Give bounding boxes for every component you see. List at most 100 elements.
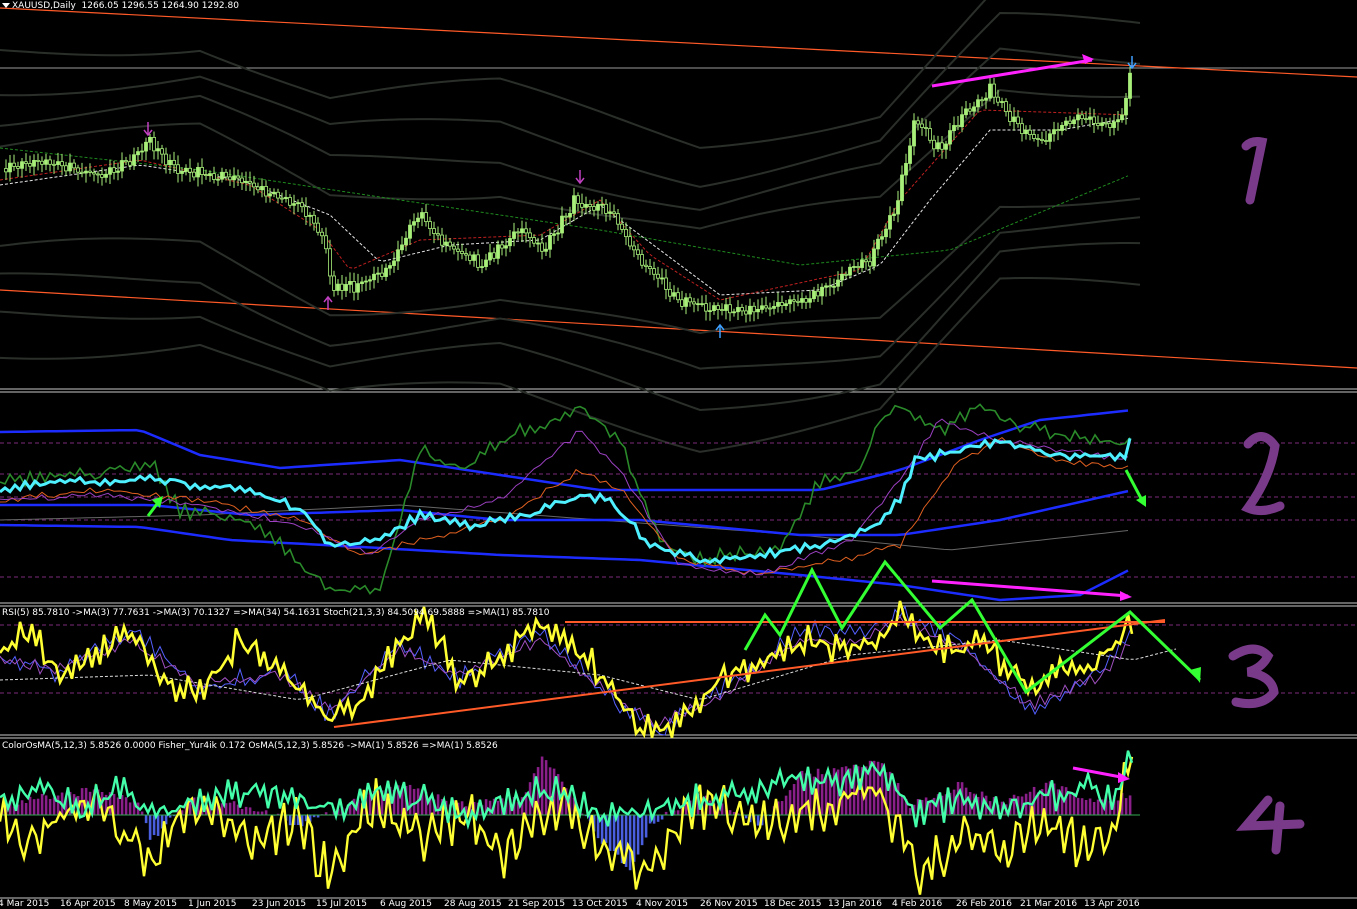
candle-body — [512, 231, 516, 239]
osma-bar — [256, 811, 260, 815]
candle-body — [324, 235, 328, 250]
candle-body — [516, 231, 520, 234]
osma-bar — [152, 815, 156, 836]
candle-body — [784, 303, 788, 307]
candle-body — [724, 304, 728, 311]
osma-bar — [1064, 787, 1068, 815]
candle-body — [812, 290, 816, 300]
candle-body — [348, 281, 352, 285]
candle-body — [480, 266, 484, 268]
candle-body — [704, 303, 708, 312]
candle-body — [564, 215, 568, 218]
candle-body — [44, 159, 48, 165]
candle-body — [340, 283, 344, 291]
candle-body — [320, 231, 324, 237]
candle-body — [96, 173, 100, 176]
candle-body — [692, 301, 696, 305]
candle-body — [676, 292, 680, 301]
candle-body — [616, 213, 620, 225]
candle-body — [400, 244, 404, 251]
candle-body — [800, 298, 804, 303]
price-chart[interactable] — [0, 0, 1357, 909]
candle-body — [248, 180, 252, 184]
osma-bar — [408, 784, 412, 815]
osma-bar — [784, 795, 788, 815]
candle-body — [632, 245, 636, 251]
candle-body — [556, 232, 560, 235]
candle-body — [884, 228, 888, 238]
candle-body — [136, 151, 140, 156]
candle-body — [628, 236, 632, 247]
candle-body — [224, 171, 228, 178]
osma-bar — [264, 810, 268, 815]
time-axis-label: 4 Mar 2015 — [0, 899, 50, 909]
candle-body — [8, 162, 12, 173]
candle-body — [600, 203, 604, 206]
candle-body — [432, 228, 436, 234]
candle-body — [164, 153, 168, 166]
candle-body — [896, 200, 900, 215]
candle-body — [452, 245, 456, 250]
candle-body — [736, 307, 740, 313]
time-axis-label: 6 Aug 2015 — [380, 899, 432, 909]
candle-body — [12, 162, 16, 167]
collapse-icon[interactable] — [2, 3, 10, 8]
candle-body — [4, 168, 8, 173]
osma-bar — [44, 795, 48, 815]
candle-body — [328, 248, 332, 277]
time-axis-label: 18 Dec 2015 — [764, 899, 822, 909]
candle-body — [152, 137, 156, 152]
chart-header: XAUUSD,Daily 1266.05 1296.55 1264.90 129… — [12, 1, 239, 11]
candle-body — [1044, 140, 1048, 142]
candle-body — [392, 260, 396, 266]
candle-body — [912, 120, 916, 147]
osma-bar — [956, 781, 960, 815]
candle-body — [904, 163, 908, 176]
candle-body — [824, 285, 828, 288]
candle-body — [444, 241, 448, 246]
candle-body — [364, 280, 368, 283]
time-axis-label: 21 Sep 2015 — [508, 899, 566, 909]
candle-body — [648, 266, 652, 270]
osma-bar — [908, 808, 912, 815]
osma-bar — [660, 815, 664, 820]
candle-body — [688, 297, 692, 303]
candle-body — [596, 204, 600, 211]
time-axis-label: 4 Feb 2016 — [892, 899, 943, 909]
candle-body — [188, 167, 192, 173]
osma-pane-header: ColorOsMA(5,12,3) 5.8526 0.0000 Fisher_Y… — [2, 741, 498, 751]
candle-body — [608, 211, 612, 214]
candle-body — [344, 284, 348, 291]
candle-body — [76, 167, 80, 173]
candle-body — [436, 233, 440, 236]
candle-body — [1008, 111, 1012, 122]
candle-body — [108, 167, 112, 175]
candle-body — [952, 125, 956, 132]
osma-bar — [756, 815, 760, 826]
candle-body — [548, 235, 552, 250]
candle-body — [332, 275, 336, 291]
candle-body — [772, 306, 776, 309]
osma-bar — [32, 799, 36, 815]
candle-body — [640, 254, 644, 266]
candle-body — [992, 83, 996, 98]
time-axis-label: 15 Jul 2015 — [316, 899, 367, 909]
candle-body — [964, 108, 968, 116]
osma-bar — [644, 815, 648, 838]
osma-bar — [656, 815, 660, 822]
candle-body — [496, 244, 500, 259]
candle-body — [524, 228, 528, 234]
time-axis-label: 1 Jun 2015 — [188, 899, 237, 909]
candle-body — [176, 164, 180, 174]
candle-body — [172, 159, 176, 166]
candle-body — [280, 197, 284, 200]
candle-body — [352, 281, 356, 293]
osma-bar — [544, 760, 548, 815]
candle-body — [664, 277, 668, 290]
candle-body — [472, 254, 476, 261]
candle-body — [1036, 138, 1040, 140]
candle-body — [124, 160, 128, 163]
osma-bar — [436, 794, 440, 815]
candle-body — [944, 143, 948, 150]
osma-bar — [24, 803, 28, 815]
